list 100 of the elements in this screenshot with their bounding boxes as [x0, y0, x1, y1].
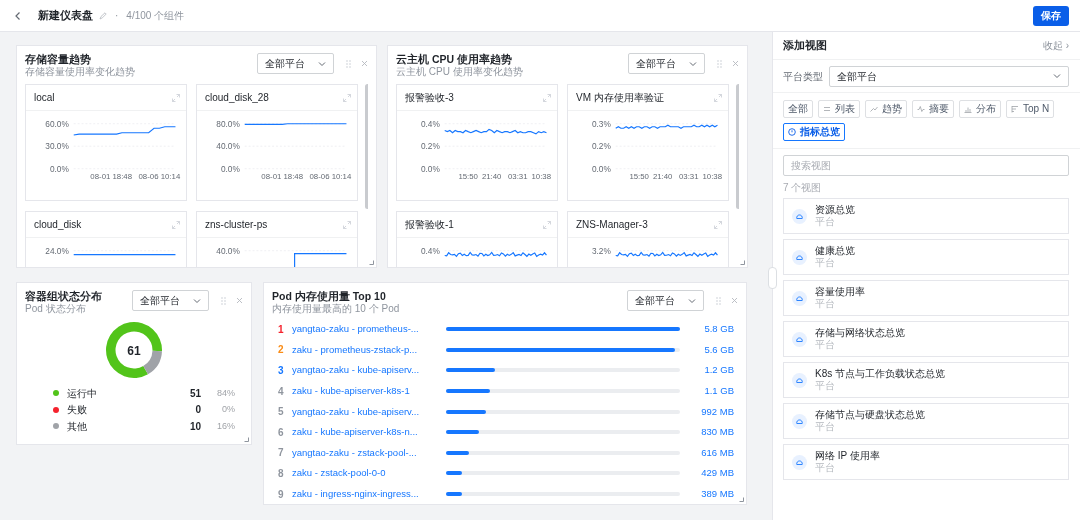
rank-number: 9: [278, 487, 285, 499]
platform-select[interactable]: 全部平台: [627, 290, 704, 311]
x-tick-label: 15:50: [629, 172, 649, 182]
pod-name-link[interactable]: yangtao-zaku - zstack-pool-...: [292, 445, 444, 460]
legend-count: 0: [195, 403, 201, 418]
view-subtitle: 平台: [815, 298, 836, 310]
x-tick-label: 08-06 10:14: [309, 172, 352, 182]
separator-dot: ·: [115, 9, 119, 23]
resize-handle-icon[interactable]: [739, 497, 744, 502]
legend-label: 其他: [67, 419, 87, 434]
resize-handle-icon[interactable]: [244, 437, 249, 442]
expand-icon[interactable]: [714, 220, 722, 229]
drag-handle-icon[interactable]: [221, 296, 226, 305]
caret-icon: [688, 297, 696, 304]
filter-chip[interactable]: 分布: [959, 100, 1001, 118]
pulse-icon: [917, 105, 925, 113]
close-icon[interactable]: [361, 60, 368, 67]
dashboard-title: 新建仪表盘: [38, 8, 93, 24]
field-label: 平台类型: [783, 69, 823, 84]
memory-value: 5.8 GB: [703, 322, 734, 337]
expand-icon[interactable]: [714, 93, 722, 102]
memory-value: 429 MB: [700, 466, 734, 481]
rank-number: 6: [278, 425, 285, 440]
view-card[interactable]: 健康总览 平台: [783, 239, 1069, 275]
pod-name-link[interactable]: zaku - prometheus-zstack-p...: [292, 342, 444, 357]
memory-value: 616 MB: [700, 445, 734, 460]
gauge-icon: [792, 372, 807, 388]
filter-chip[interactable]: 全部: [783, 100, 813, 118]
pod-name-link[interactable]: zaku - ingress-nginx-ingress...: [292, 486, 444, 499]
close-icon[interactable]: [732, 60, 739, 67]
drag-handle-icon[interactable]: [346, 59, 351, 68]
x-tick-label: 08-01 18:48: [261, 172, 304, 182]
chart-title: 报警验收-3: [405, 91, 454, 105]
search-field[interactable]: 搜索视图: [783, 155, 1069, 176]
drag-handle-icon[interactable]: [717, 59, 722, 68]
y-tick-label: 80.0%: [216, 118, 240, 129]
legend-label: 运行中: [67, 386, 97, 401]
memory-value: 389 MB: [700, 486, 734, 499]
memory-value: 1.2 GB: [703, 363, 734, 378]
widget-subtitle: Pod 状态分布: [25, 303, 87, 315]
legend-percent: 84%: [216, 386, 235, 400]
resize-handle-icon[interactable]: [740, 260, 745, 265]
close-icon[interactable]: [236, 297, 243, 304]
view-card[interactable]: 网络 IP 使用率 平台: [783, 444, 1069, 480]
back-icon[interactable]: [14, 10, 22, 21]
pod-name-link[interactable]: yangtao-zaku - prometheus-...: [292, 322, 444, 337]
pod-name-link[interactable]: zaku - kube-apiserver-k8s-1: [292, 383, 444, 399]
view-title: K8s 节点与工作负载状态总览: [815, 368, 945, 380]
memory-value: 5.6 GB: [703, 342, 734, 357]
expand-icon[interactable]: [543, 220, 551, 229]
y-tick-label: 0.0%: [49, 163, 69, 174]
pencil-icon[interactable]: [99, 11, 107, 20]
view-card[interactable]: 容量使用率 平台: [783, 280, 1069, 316]
filter-chip[interactable]: 列表: [818, 100, 860, 118]
resize-handle-icon[interactable]: [369, 260, 374, 265]
expand-icon[interactable]: [343, 93, 351, 102]
expand-icon[interactable]: [543, 93, 551, 102]
pod-name-link[interactable]: zaku - kube-apiserver-k8s-n...: [292, 425, 444, 440]
filter-chip[interactable]: Top N: [1006, 100, 1055, 118]
widget-title: 云主机 CPU 使用率趋势: [396, 53, 513, 66]
widget-count: 4/100 个组件: [126, 9, 185, 23]
platform-select[interactable]: 全部平台: [257, 53, 334, 74]
expand-icon[interactable]: [172, 93, 180, 102]
pod-name-link[interactable]: yangtao-zaku - kube-apiserv...: [292, 363, 444, 378]
x-tick-label: 21:40: [652, 172, 673, 182]
rank-number: 4: [278, 384, 285, 399]
chart-title: zns-cluster-ps: [205, 218, 268, 232]
panel-title: 添加视图: [783, 37, 827, 53]
view-subtitle: 平台: [815, 216, 836, 228]
y-tick-label: 40.0%: [216, 141, 240, 152]
expand-icon[interactable]: [343, 220, 351, 229]
view-title: 健康总览: [815, 245, 855, 257]
chart-title: local: [34, 91, 55, 105]
close-icon[interactable]: [731, 297, 738, 304]
platform-select[interactable]: 全部平台: [628, 53, 705, 74]
gauge-icon: [792, 454, 807, 470]
pod-name-link[interactable]: yangtao-zaku - kube-apiserv...: [292, 404, 444, 419]
view-card[interactable]: K8s 节点与工作负载状态总览 平台: [783, 362, 1069, 398]
pod-name-link[interactable]: zaku - zstack-pool-0-0: [292, 466, 444, 481]
platform-select[interactable]: 全部平台: [132, 290, 209, 311]
rank-number: 5: [278, 405, 285, 420]
x-tick-label: 03:31: [679, 172, 699, 182]
y-tick-label: 0.0%: [420, 163, 440, 174]
filter-chip[interactable]: 指标总览: [783, 123, 845, 141]
view-card[interactable]: 存储节点与硬盘状态总览 平台: [783, 403, 1069, 439]
splitter-handle[interactable]: [768, 267, 777, 289]
legend-count: 10: [189, 419, 201, 434]
filter-chip[interactable]: 趋势: [865, 100, 907, 118]
expand-icon[interactable]: [172, 220, 180, 229]
save-button[interactable]: 保存: [1033, 5, 1069, 26]
view-card[interactable]: 资源总览 平台: [783, 198, 1069, 234]
view-card[interactable]: 存储与网络状态总览 平台: [783, 321, 1069, 357]
drag-handle-icon[interactable]: [716, 296, 721, 305]
filter-chip[interactable]: 摘要: [912, 100, 954, 118]
chart-title: 报警验收-1: [405, 218, 454, 232]
view-subtitle: 平台: [815, 257, 836, 269]
trend-icon: [870, 105, 878, 113]
gauge-icon: [792, 290, 807, 306]
sort-icon: [1011, 105, 1019, 113]
platform-select[interactable]: 全部平台: [829, 65, 1069, 87]
